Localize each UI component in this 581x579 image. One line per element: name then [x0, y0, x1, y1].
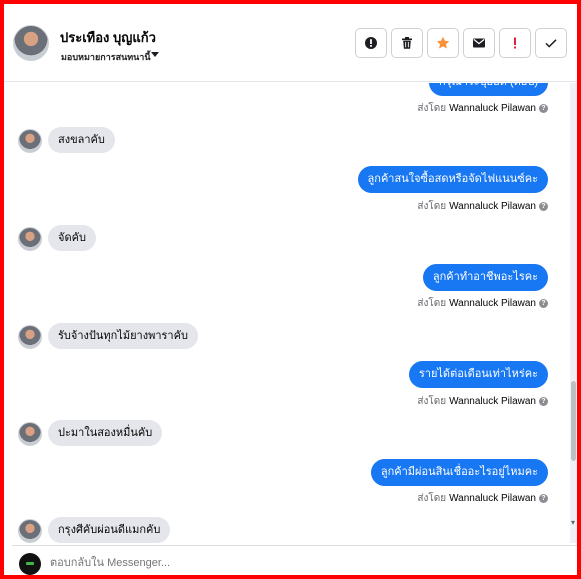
assign-conversation-label[interactable]: มอบหมายการสนทนานี้ — [61, 50, 151, 64]
outgoing-message: ลูกค้ามีผ่อนสินเชื่ออะไรอยู่ไหมคะ — [370, 459, 548, 486]
sent-by-label: ส่งโดย Wannaluck Pilawan? — [417, 101, 548, 116]
sender-name[interactable]: Wannaluck Pilawan — [449, 493, 536, 504]
thread-scrollbar[interactable] — [570, 83, 577, 543]
delete-button[interactable] — [391, 28, 423, 58]
sender-name[interactable]: Wannaluck Pilawan — [449, 396, 536, 407]
check-icon — [545, 39, 557, 48]
trash-icon — [402, 37, 412, 49]
outgoing-message: กรุณาระบุยอด (ต่อปี) — [428, 83, 548, 96]
mark-done-button[interactable] — [535, 28, 567, 58]
sender-name[interactable]: Wannaluck Pilawan — [449, 298, 536, 309]
sent-by-prefix: ส่งโดย — [417, 298, 447, 309]
conversation-header: ประเทือง บุญแก้ว มอบหมายการสนทนานี้ — [4, 4, 577, 82]
mark-unread-button[interactable] — [463, 28, 495, 58]
mail-icon — [473, 38, 485, 48]
sent-by-label: ส่งโดย Wannaluck Pilawan? — [417, 296, 548, 311]
sender-name[interactable]: Wannaluck Pilawan — [449, 201, 536, 212]
page-avatar — [19, 553, 41, 575]
alert-icon — [365, 37, 377, 49]
outgoing-message: รายได้ต่อเดือนเท่าไหร่คะ — [408, 361, 548, 388]
reply-composer — [12, 545, 577, 575]
contact-avatar-small — [18, 519, 42, 543]
help-icon[interactable]: ? — [539, 494, 548, 503]
scrollbar-thumb[interactable] — [571, 381, 576, 461]
help-icon[interactable]: ? — [539, 202, 548, 211]
sent-by-prefix: ส่งโดย — [417, 396, 447, 407]
sent-by-label: ส่งโดย Wannaluck Pilawan? — [417, 491, 548, 506]
chevron-down-icon[interactable] — [151, 52, 159, 57]
incoming-message: รับจ้างปันทุกไม้ยางพาราคับ — [48, 323, 198, 349]
sent-by-label: ส่งโดย Wannaluck Pilawan? — [417, 199, 548, 214]
contact-name[interactable]: ประเทือง บุญแก้ว — [60, 27, 156, 48]
reply-input[interactable] — [50, 552, 568, 574]
exclamation-icon — [514, 37, 516, 49]
outgoing-message: ลูกค้าสนใจซื้อสดหรือจัดไฟแนนซ์คะ — [357, 166, 548, 193]
contact-avatar-small — [18, 227, 42, 251]
help-icon[interactable]: ? — [539, 104, 548, 113]
incoming-message: กรุงศีคับผ่อนดีแมกคับ — [48, 517, 171, 543]
priority-button[interactable] — [499, 28, 531, 58]
scroll-down-arrow-icon[interactable]: ▾ — [571, 518, 575, 527]
outgoing-message: ลูกค้าทำอาชีพอะไรคะ — [422, 264, 548, 291]
contact-avatar[interactable] — [13, 25, 49, 61]
sent-by-prefix: ส่งโดย — [417, 103, 447, 114]
sent-by-prefix: ส่งโดย — [417, 201, 447, 212]
inbox-conversation-window: ประเทือง บุญแก้ว มอบหมายการสนทนานี้ ส่งโ… — [0, 0, 581, 579]
contact-avatar-small — [18, 422, 42, 446]
conversation-toolbar — [355, 28, 567, 58]
help-icon[interactable]: ? — [539, 397, 548, 406]
incoming-message: สงขลาคับ — [48, 127, 115, 153]
mark-spam-button[interactable] — [355, 28, 387, 58]
contact-avatar-small — [18, 325, 42, 349]
follow-up-button[interactable] — [427, 28, 459, 58]
star-icon — [436, 36, 450, 49]
incoming-message: ปะมาในสองหมื่นคับ — [48, 420, 163, 446]
sent-by-label: ส่งโดย Wannaluck Pilawan? — [417, 394, 548, 409]
help-icon[interactable]: ? — [539, 299, 548, 308]
message-thread[interactable]: กรุณาระบุยอด (ต่อปี) ส่งโดยWannaluck Pil… — [4, 83, 577, 543]
sender-name[interactable]: Wannaluck Pilawan — [449, 103, 536, 114]
sent-by-prefix: ส่งโดย — [417, 493, 447, 504]
contact-avatar-small — [18, 129, 42, 153]
incoming-message: จัดคับ — [48, 225, 96, 251]
